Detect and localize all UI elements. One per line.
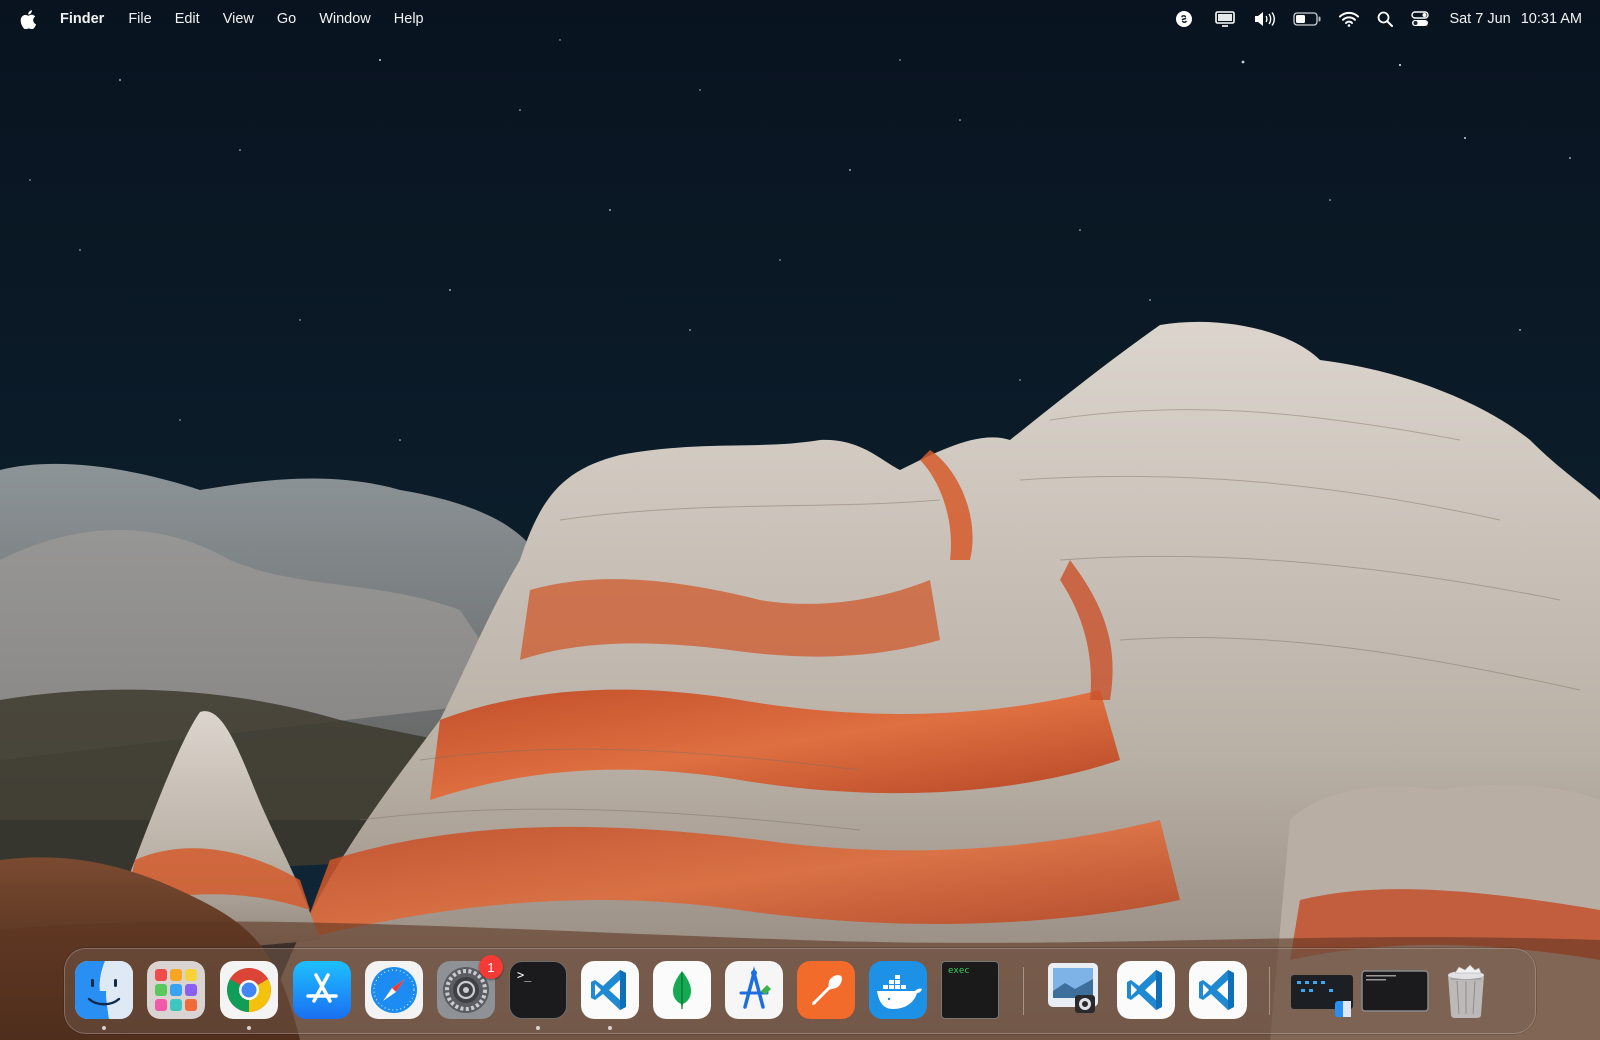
- dock-item-mongodb[interactable]: [653, 961, 711, 1019]
- minimized-window-terminal: [1361, 961, 1429, 1019]
- dock-item-postman[interactable]: [797, 961, 855, 1019]
- dock-separator: [1269, 967, 1270, 1015]
- mongodb-icon: [653, 961, 711, 1019]
- menu-file[interactable]: File: [128, 11, 151, 27]
- docker-icon: [869, 961, 927, 1019]
- battery-icon[interactable]: [1293, 9, 1321, 29]
- running-indicator: [608, 1026, 612, 1030]
- menu-edit[interactable]: Edit: [175, 11, 200, 27]
- dock-item-system-settings[interactable]: 1: [437, 955, 503, 1019]
- dock-item-vscode[interactable]: [581, 961, 639, 1019]
- dock: 1 >_ exec: [64, 948, 1536, 1034]
- dock-item-launchpad[interactable]: [147, 961, 205, 1019]
- terminal-prompt: >_: [517, 968, 532, 982]
- menu-help[interactable]: Help: [394, 11, 424, 27]
- notification-badge: 1: [479, 955, 503, 979]
- volume-icon[interactable]: [1253, 9, 1276, 29]
- dock-item-preview[interactable]: [1045, 961, 1103, 1019]
- terminal-icon: >_: [509, 961, 567, 1019]
- running-indicator: [247, 1026, 251, 1030]
- menu-window[interactable]: Window: [319, 11, 371, 27]
- menu-view[interactable]: View: [223, 11, 254, 27]
- shazam-icon[interactable]: [1175, 9, 1193, 29]
- dock-item-finder[interactable]: [75, 961, 133, 1019]
- vscode-icon: [1189, 961, 1247, 1019]
- dock-item-instruments[interactable]: [725, 961, 783, 1019]
- postman-icon: [797, 961, 855, 1019]
- control-center-icon[interactable]: [1411, 9, 1430, 29]
- launchpad-icon: [147, 961, 205, 1019]
- finder-icon: [75, 961, 133, 1019]
- vscode-icon: [581, 961, 639, 1019]
- menu-go[interactable]: Go: [277, 11, 296, 27]
- menu-bar-clock[interactable]: Sat 7 Jun 10:31 AM: [1449, 11, 1582, 27]
- trash-full-icon: [1437, 961, 1495, 1019]
- app-store-icon: [293, 961, 351, 1019]
- dock-item-chrome[interactable]: [220, 961, 278, 1019]
- dock-item-vscode-recent[interactable]: [1189, 961, 1247, 1019]
- spotlight-search-icon[interactable]: [1377, 9, 1394, 29]
- wifi-icon[interactable]: [1339, 9, 1360, 29]
- running-indicator: [536, 1026, 540, 1030]
- preview-icon: [1045, 961, 1103, 1019]
- dock-item-safari[interactable]: [365, 961, 423, 1019]
- chrome-icon: [220, 961, 278, 1019]
- dock-minimized-window-finder[interactable]: [1289, 961, 1355, 1019]
- menu-bar: Finder File Edit View Go Window Help Sat: [0, 0, 1600, 38]
- clock-time: 10:31 AM: [1520, 11, 1582, 27]
- clock-date: Sat 7 Jun: [1449, 11, 1511, 27]
- display-icon[interactable]: [1215, 9, 1236, 29]
- safari-icon: [365, 961, 423, 1019]
- dock-separator: [1023, 967, 1024, 1015]
- minimized-window-finder: [1289, 961, 1355, 1019]
- dock-item-trash[interactable]: [1437, 961, 1495, 1019]
- vscode-icon: [1117, 961, 1175, 1019]
- dock-item-docker[interactable]: [869, 961, 927, 1019]
- dock-minimized-window-terminal[interactable]: [1361, 961, 1429, 1019]
- dock-item-vscode-recent[interactable]: [1117, 961, 1175, 1019]
- running-indicator: [102, 1026, 106, 1030]
- dock-item-exec[interactable]: exec: [941, 961, 999, 1019]
- apple-logo-icon[interactable]: [20, 9, 38, 29]
- dock-item-app-store[interactable]: [293, 961, 351, 1019]
- exec-label: exec: [948, 966, 970, 976]
- exec-terminal-icon: exec: [941, 961, 999, 1019]
- instruments-icon: [725, 961, 783, 1019]
- menu-app-name[interactable]: Finder: [60, 11, 104, 27]
- desktop-wallpaper: [0, 0, 1600, 1040]
- dock-item-terminal[interactable]: >_: [509, 961, 567, 1019]
